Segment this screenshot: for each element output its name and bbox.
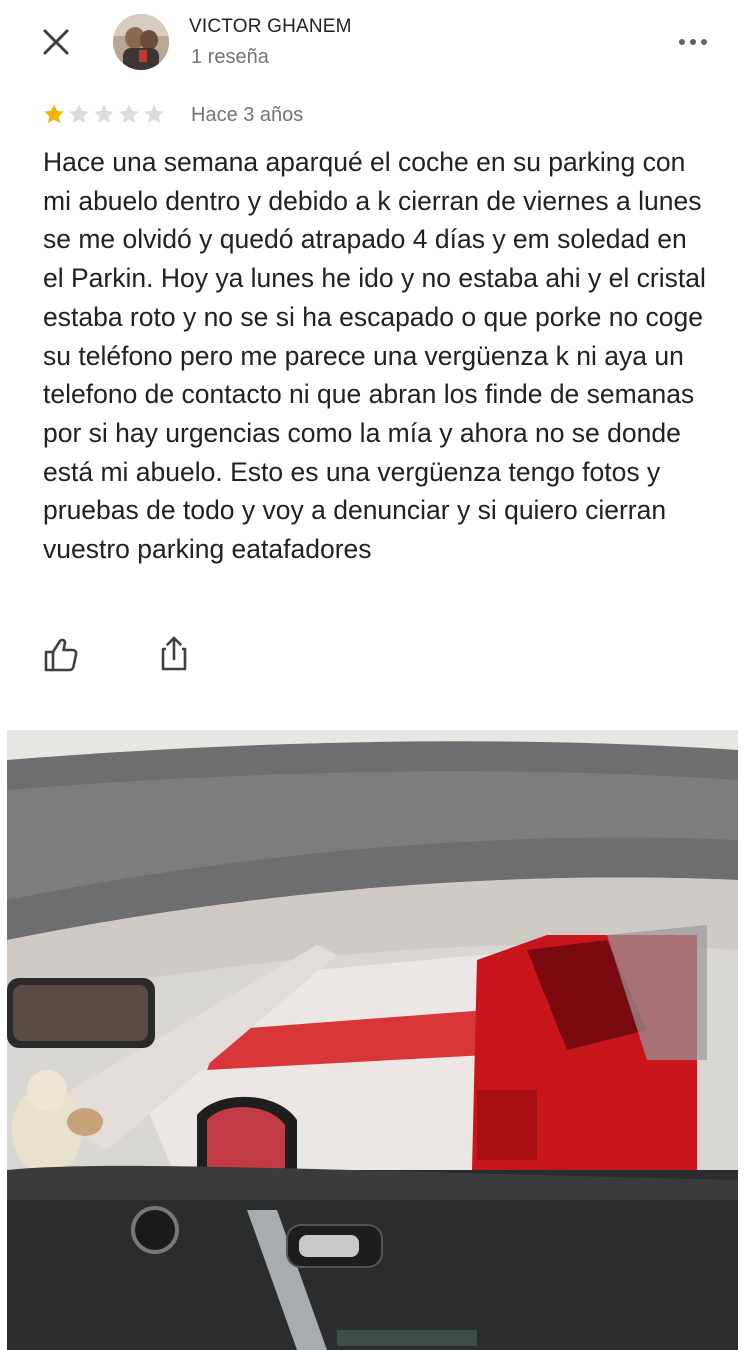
more-vertical-dots-icon	[679, 39, 707, 45]
review-photo[interactable]	[7, 730, 738, 1350]
like-button[interactable]	[40, 634, 82, 676]
more-options-button[interactable]	[672, 26, 716, 58]
close-button[interactable]	[36, 22, 76, 62]
star-empty-icon	[144, 104, 164, 123]
author-name[interactable]: VICTOR GHANEM	[189, 16, 352, 38]
star-filled-icon	[44, 104, 64, 123]
star-empty-icon	[69, 104, 89, 123]
author-review-count: 1 reseña	[191, 46, 269, 68]
review-detail-page: VICTOR GHANEM 1 reseña Hace 3 años Hace …	[0, 0, 745, 1350]
star-empty-icon	[94, 104, 114, 123]
author-avatar[interactable]	[113, 14, 169, 70]
review-photo-image	[7, 730, 738, 1350]
share-icon	[161, 636, 187, 671]
review-text: Hace una semana aparqué el coche en su p…	[43, 147, 706, 565]
share-button[interactable]	[153, 632, 195, 674]
avatar-photo	[113, 14, 169, 70]
review-time: Hace 3 años	[191, 104, 304, 126]
close-icon	[43, 29, 69, 55]
star-empty-icon	[119, 104, 139, 123]
thumbs-up-icon	[44, 638, 78, 672]
star-rating	[42, 102, 166, 126]
